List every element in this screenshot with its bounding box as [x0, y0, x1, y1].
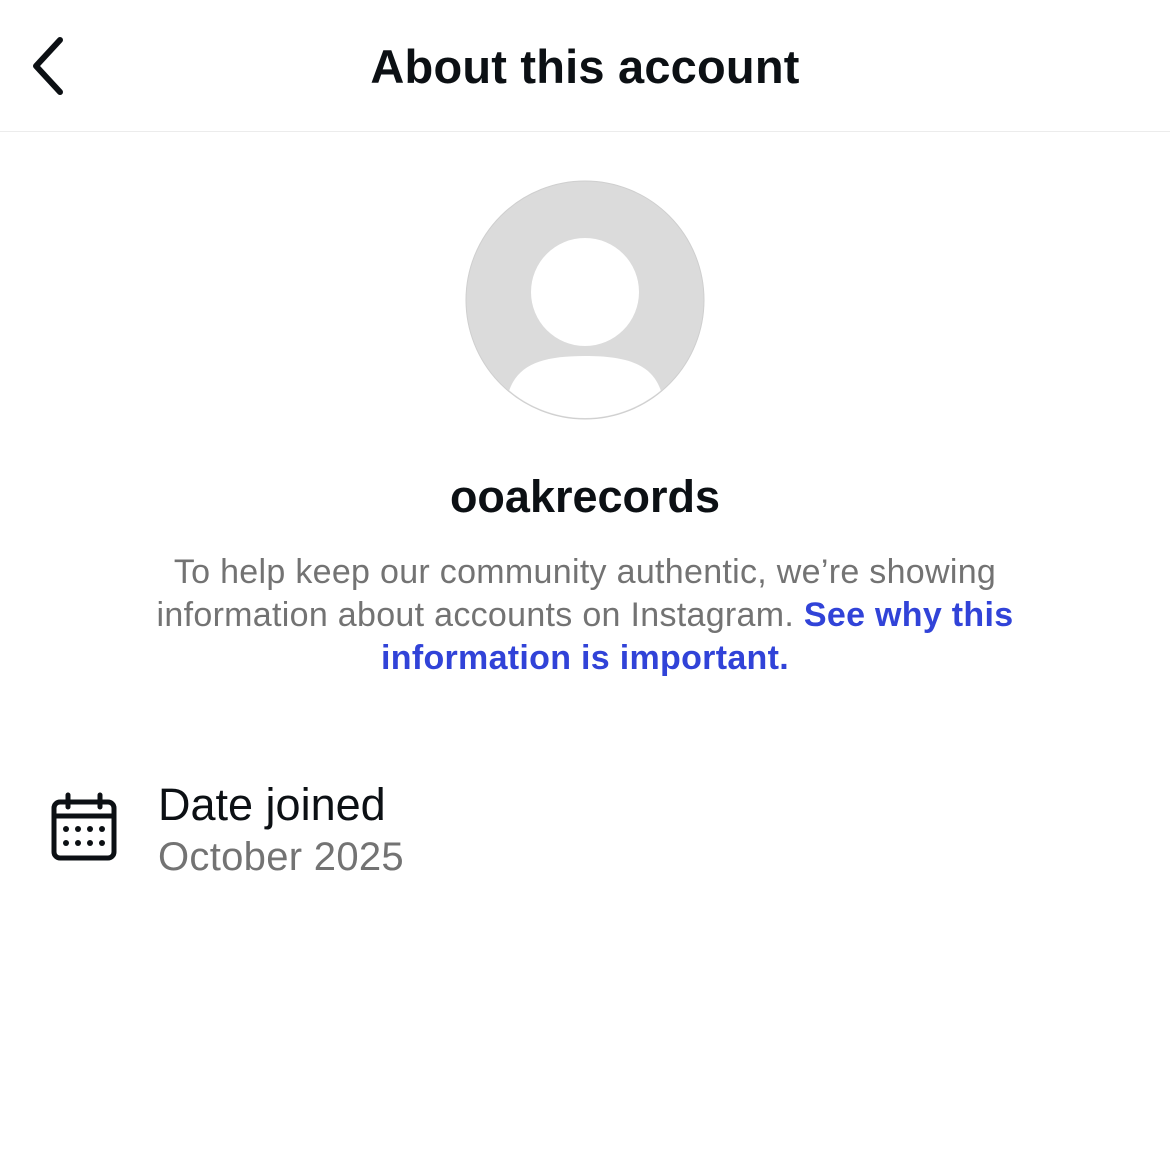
page-title: About this account: [370, 40, 800, 93]
date-joined-label: Date joined: [158, 779, 386, 830]
account-username: ooakrecords: [449, 471, 721, 522]
calendar-icon: [51, 792, 117, 861]
date-joined-value: October 2025: [158, 835, 404, 879]
default-avatar-icon: [465, 180, 705, 420]
top-navigation-bar: About this account: [0, 0, 1170, 132]
authenticity-description: To help keep our community authentic, we…: [85, 551, 1085, 680]
date-joined-row: Date joined October 2025: [0, 770, 1170, 890]
